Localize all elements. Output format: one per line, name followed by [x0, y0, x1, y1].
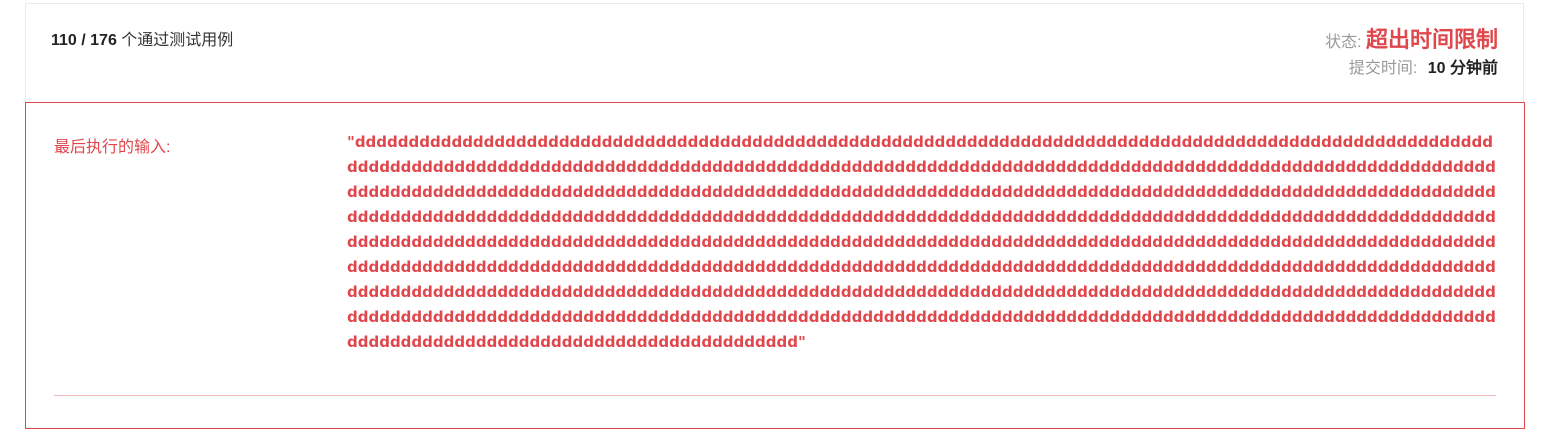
passed-suffix: 个通过测试用例: [121, 32, 234, 49]
passed-tests-summary: 110 / 176 个通过测试用例: [51, 26, 233, 50]
status-value: 超出时间限制: [1365, 27, 1498, 52]
submitted-time-label: 提交时间:: [1348, 60, 1418, 77]
last-input-label: 最后执行的输入:: [54, 139, 171, 156]
status-label: 状态:: [1325, 34, 1362, 51]
submitted-time-value: 10 分钟前: [1427, 60, 1498, 77]
divider: [54, 395, 1496, 396]
submission-header: [25, 3, 1524, 103]
error-panel: 最后执行的输入: "dddddddddddddddddddddddddddddd…: [25, 102, 1525, 429]
passed-count: 110 / 176: [51, 32, 117, 49]
last-input-value: "ddddddddddddddddddddddddddddddddddddddd…: [347, 133, 1496, 351]
status-row: 状态: 超出时间限制: [1325, 22, 1498, 54]
submitted-time-row: 提交时间: 10 分钟前: [1349, 54, 1498, 78]
